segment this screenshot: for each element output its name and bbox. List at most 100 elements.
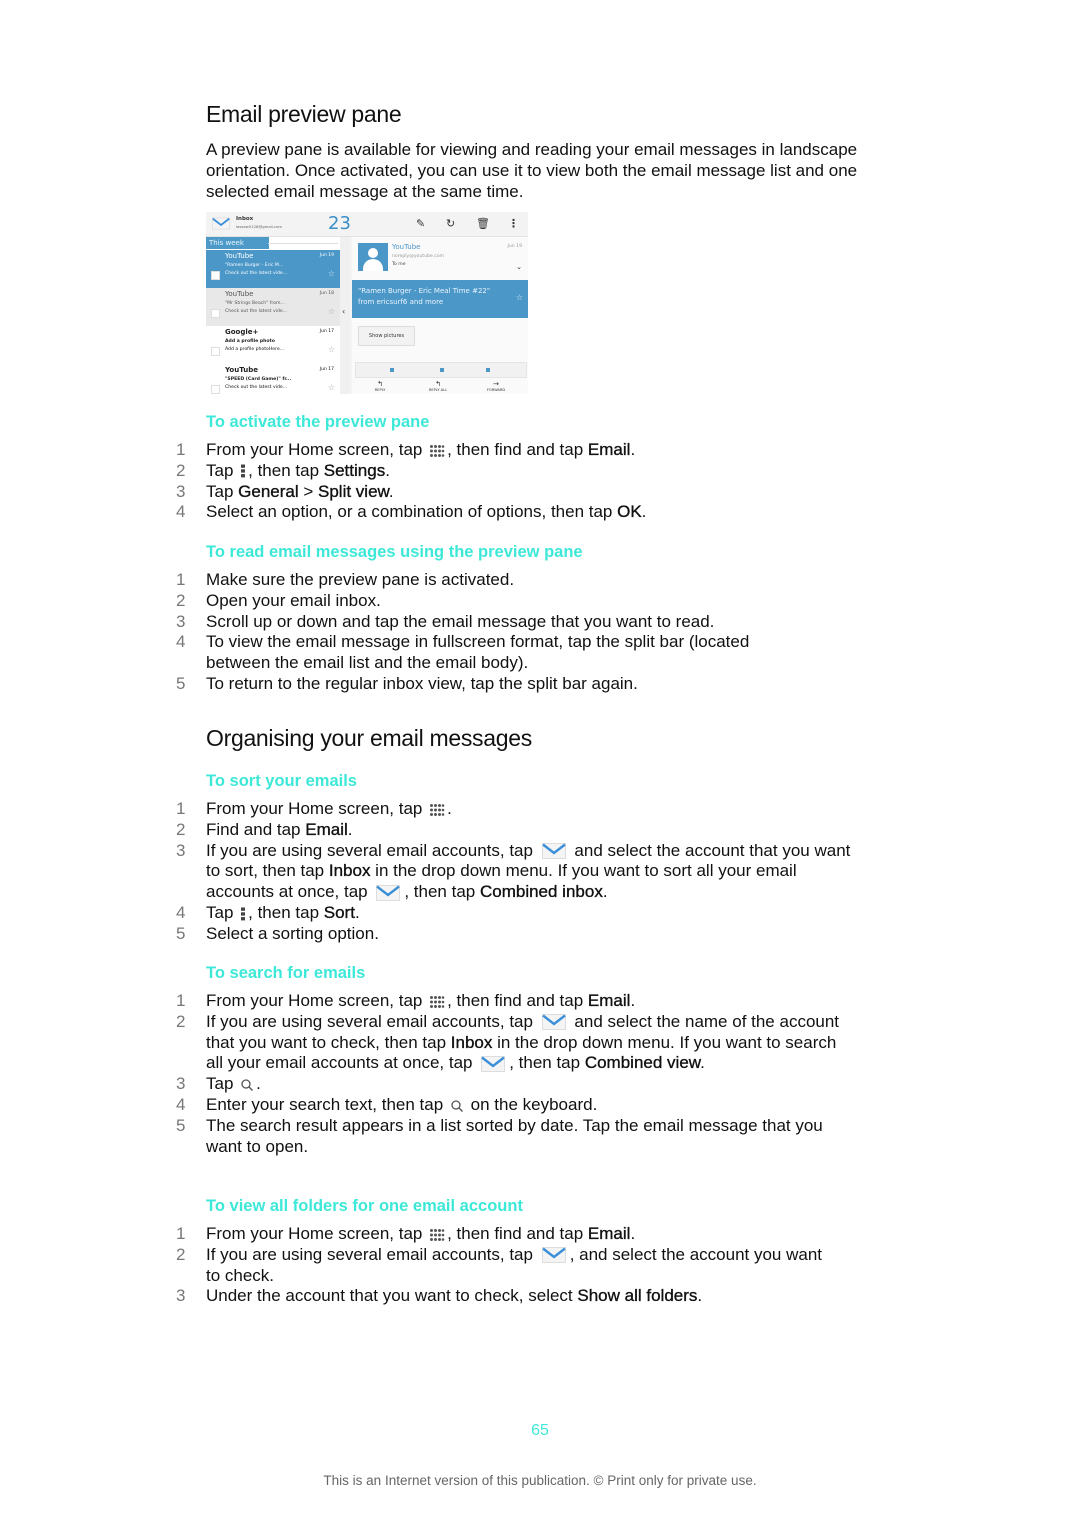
message-preview: Check out the latest vide... [225,385,288,390]
sort-steps: 1 From your Home screen, tap . 2 Find an… [0,799,900,945]
reader-email: noreply@youtube.com [392,254,445,259]
reply-action: ↰ REPLY [360,380,400,392]
star-icon: ☆ [327,307,335,316]
inbox-label: Inbox [236,216,254,222]
message-sender: YouTube [225,290,254,298]
app-toolbar: Inbox lassew0128@gmail.com 23 ✎ ↻ 🗑 ⋮ [206,212,528,237]
step: 4 Select an option, or a combination of … [176,502,647,522]
manual-page: Email preview pane A preview pane is ava… [0,0,1080,1527]
reply-all-action: ↰ REPLY ALL [418,380,458,392]
step: 4 To view the email message in fullscreen… [176,632,750,673]
delete-icon: 🗑 [476,217,490,230]
show-pictures-button: Show pictures [358,326,415,346]
reader-recipient: To me [392,262,406,267]
mail-icon [542,1014,566,1030]
forward-icon: → [493,380,499,388]
message-row: YouTube Jun 18 "Mr Strings Beach" from..… [206,288,340,326]
message-sender: YouTube [225,366,258,374]
step: 2 Tap , then tap Settings. [176,460,390,480]
step: 2 Open your email inbox. [176,590,381,610]
compose-icon: ✎ [416,217,426,230]
heading-activate-preview-pane: To activate the preview pane [206,413,430,431]
apps-grid-icon [429,444,445,458]
star-icon: ☆ [327,269,335,278]
message-sender: YouTube [225,252,254,260]
step: 1 Make sure the preview pane is activated… [176,570,515,589]
step: 3 Scroll up or down and tap the email mes… [176,611,715,631]
message-checkbox [211,385,220,394]
message-date: Jun 18 [319,291,334,296]
message-checkbox [211,309,220,318]
message-date: Jun 19 [319,253,334,258]
section-title-email-preview-pane: Email preview pane [206,101,402,127]
message-subject: Add a profile photo [225,339,275,344]
mail-icon [542,843,566,859]
avatar [358,243,388,271]
message-subject: "SPEED (Card Game)" fr... [225,377,292,382]
search-icon [240,1078,254,1092]
message-row: Google+ Jun 17 Add a profile photo Add a… [206,326,340,364]
message-row: YouTube Jun 17 "SPEED (Card Game)" fr...… [206,364,340,394]
apps-grid-icon [429,803,445,817]
step: 5 Select a sorting option. [176,923,379,943]
apps-grid-icon [429,995,445,1009]
message-checkbox [211,347,220,356]
message-date: Jun 17 [319,329,334,334]
chevron-left-icon: ‹ [342,307,346,316]
step: 3 Under the account that you want to che… [176,1286,703,1306]
email-app-screenshot: Inbox lassew0128@gmail.com 23 ✎ ↻ 🗑 ⋮ Th… [206,212,528,394]
message-subject: "Ramen Burger - Eric M... [225,263,284,268]
step: 1 From your Home screen, tap . [176,799,452,818]
group-label: This week [206,237,269,249]
step: 2 Find and tap Email. [176,819,353,839]
message-preview: Check out the latest vide... [225,309,288,314]
reply-icon: ↰ [377,380,383,388]
heading-read-using-preview-pane: To read email messages using the preview… [206,543,583,561]
menu-icon [240,464,246,478]
message-subject: "Mr Strings Beach" from... [225,301,285,306]
step: 3 If you are using several email account… [176,840,851,902]
step: 5 To return to the regular inbox view, ta… [176,673,638,693]
step: 1 From your Home screen, tap , then find… [176,991,636,1010]
search-steps: 1 From your Home screen, tap , then find… [0,991,900,1157]
mail-icon [376,885,400,901]
star-icon: ☆ [327,345,335,354]
reader-subject: "Ramen Burger - Eric Meal Time #22" from… [358,287,491,306]
search-icon [450,1099,464,1113]
step: 5 The search result appears in a list sor… [176,1115,823,1156]
account-email: lassew0128@gmail.com [236,224,283,229]
star-icon: ☆ [327,383,335,392]
star-icon: ☆ [515,293,523,302]
chevron-down-icon: ⌄ [516,263,522,271]
message-row: YouTube Jun 19 "Ramen Burger - Eric M...… [206,250,340,288]
step: 3 Tap General > Split view. [176,481,394,501]
reader-subject-bar: "Ramen Burger - Eric Meal Time #22" from… [352,280,528,318]
heading-search-emails: To search for emails [206,964,366,982]
message-checkbox [211,271,220,280]
step: 1 From your Home screen, tap , then find… [176,1224,636,1243]
step: 4 Tap , then tap Sort. [176,902,360,922]
mail-icon [212,217,230,230]
intro-paragraph: A preview pane is available for viewing … [206,140,858,201]
step: 4 Enter your search text, then tap on th… [176,1094,598,1114]
step: 1 From your Home screen, tap , then find… [176,440,636,459]
step: 2 If you are using several email account… [176,1244,823,1285]
reader-date: Jun 19 [507,244,522,249]
message-list: This week YouTube Jun 19 "Ramen Burger -… [206,237,340,394]
message-preview: Check out the latest vide... [225,271,288,276]
step: 3 Tap . [176,1074,261,1094]
message-preview: Add a profile photoHere... [225,347,285,352]
page-number: 65 [531,1422,549,1439]
apps-grid-icon [429,1228,445,1242]
section-title-organising: Organising your email messages [206,725,532,751]
group-divider [268,243,338,244]
unread-count: 23 [328,213,351,234]
heading-sort-emails: To sort your emails [206,772,357,790]
reader-sender: YouTube [392,243,421,251]
reading-pane: YouTube noreply@youtube.com To me Jun 19… [352,237,528,394]
mail-icon [542,1247,566,1263]
read-steps: 1 Make sure the preview pane is activated… [0,570,900,695]
reply-all-icon: ↰ [435,380,441,388]
message-sender: Google+ [225,328,259,336]
refresh-icon: ↻ [446,217,456,230]
